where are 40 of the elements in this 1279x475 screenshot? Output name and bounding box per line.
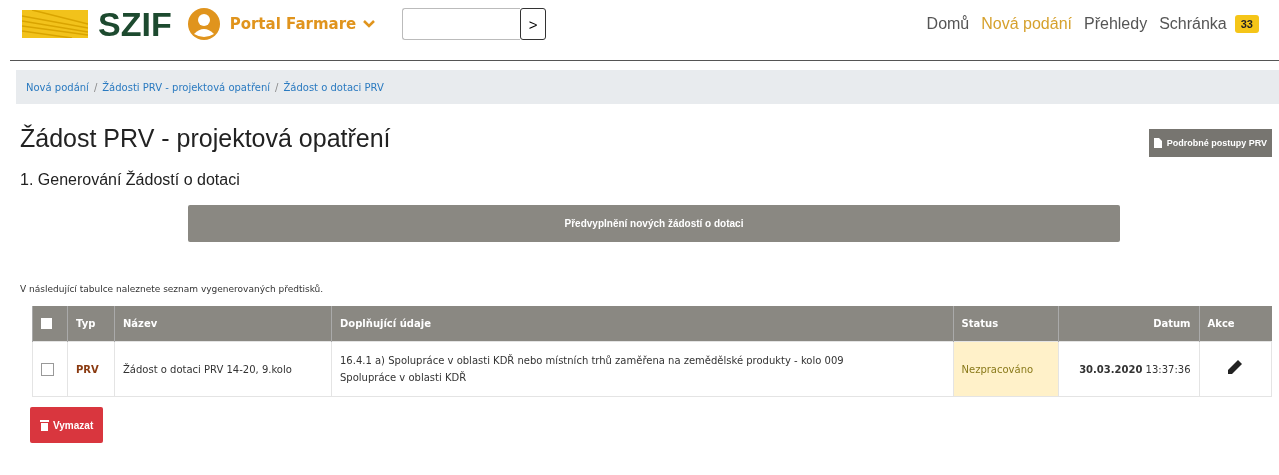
delete-button[interactable]: Vymazat	[30, 407, 104, 443]
edit-pencil-icon[interactable]	[1227, 358, 1244, 375]
portal-menu[interactable]: Portal Farmare	[229, 15, 377, 33]
column-header: Datum	[1058, 306, 1199, 342]
prefill-button[interactable]: Předvyplnění nových žádostí o dotaci	[188, 205, 1120, 242]
nav-link[interactable]: Domů	[926, 15, 970, 33]
table-intro: V následující tabulce naleznete seznam vygenerovaných předtisků.	[20, 284, 325, 294]
search-field[interactable]	[402, 8, 521, 40]
detail-line: 16.4.1 a) Spolupráce v oblasti KDŘ nebo místních trhů zaměřena na zemědělské produkty - kolo 009	[340, 353, 845, 368]
breadcrumb-separator: /	[275, 81, 279, 93]
breadcrumb-link[interactable]: Žádost o dotaci PRV	[283, 81, 384, 93]
column-header: Název	[114, 306, 332, 342]
column-header: Status	[953, 306, 1058, 342]
column-header: Typ	[67, 306, 115, 342]
chevron-down-icon	[362, 19, 377, 29]
page-title: Žádost PRV - projektová opatření	[20, 124, 391, 153]
count-badge: 33	[1234, 15, 1259, 33]
nav-link[interactable]: Schránka	[1159, 15, 1227, 33]
guide-button[interactable]: Podrobné postupy PRV	[1148, 129, 1272, 157]
document-icon	[1153, 138, 1162, 148]
table-cell: 30.03.2020 13:37:36	[1058, 341, 1199, 397]
table-cell: Žádost o dotaci PRV 14-20, 9.kolo	[114, 341, 332, 397]
detail-line: Spolupráce v oblasti KDŘ	[340, 370, 468, 385]
select-all-checkbox[interactable]	[41, 318, 52, 329]
nav-link[interactable]: Přehledy	[1084, 15, 1148, 33]
row-checkbox[interactable]	[41, 362, 54, 376]
breadcrumb-link[interactable]: Nová podání	[26, 81, 89, 93]
search-button[interactable]: >	[520, 8, 547, 40]
breadcrumb-separator: /	[93, 81, 98, 93]
logo-text: SZIF	[98, 4, 172, 44]
column-header: Akce	[1199, 306, 1272, 342]
trash-icon	[40, 419, 49, 431]
column-header: Doplňující údaje	[331, 306, 953, 342]
section-title: 1. Generování Žádostí o dotaci	[20, 171, 241, 189]
status-cell: Nezpracováno	[953, 341, 1058, 397]
table-cell: PRV	[67, 341, 115, 397]
breadcrumb-link[interactable]: Žádosti PRV - projektová opatření	[102, 81, 271, 93]
nav-link[interactable]: Nová podání	[981, 15, 1072, 33]
user-icon	[187, 8, 220, 40]
field-logo-icon	[22, 10, 88, 38]
